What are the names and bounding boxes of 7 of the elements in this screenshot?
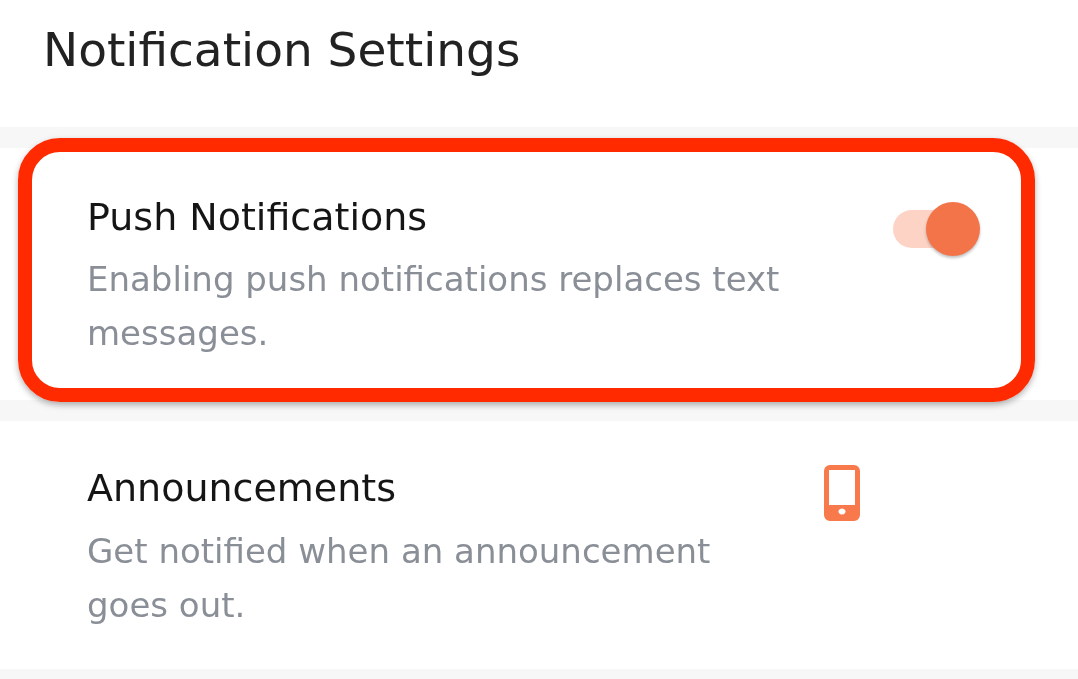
setting-description: Enabling push notifications replaces text messages. <box>87 258 781 355</box>
setting-label: Push Notifications <box>87 195 429 239</box>
setting-label: Announcements <box>87 466 398 510</box>
page-title: Notification Settings <box>43 22 522 78</box>
phone-icon[interactable] <box>824 465 860 521</box>
toggle-switch[interactable] <box>893 201 980 257</box>
setting-description: Get notified when an announcement goes out. <box>87 530 712 627</box>
